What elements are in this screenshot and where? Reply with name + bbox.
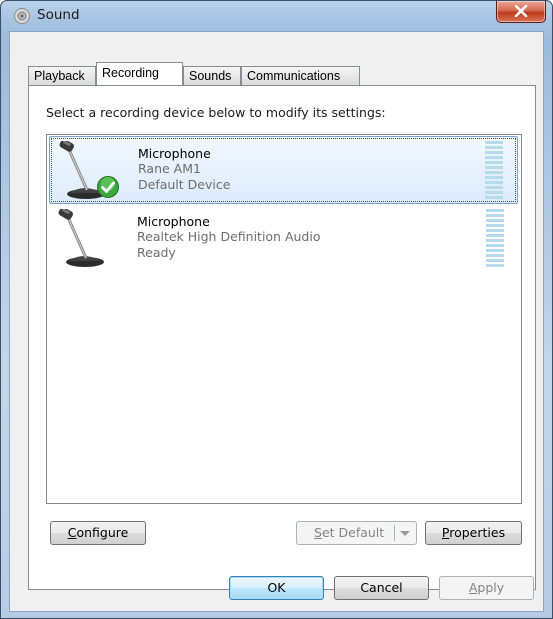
configure-button[interactable]: Configure bbox=[50, 521, 146, 545]
device-name: Microphone bbox=[138, 146, 211, 161]
list-item-device-realtek[interactable]: Microphone Realtek High Definition Audio… bbox=[49, 205, 518, 273]
apply-button[interactable]: Apply bbox=[439, 576, 534, 600]
instruction-text: Select a recording device below to modif… bbox=[46, 105, 386, 120]
window-title: Sound bbox=[37, 7, 80, 23]
title-bar[interactable]: Sound bbox=[1, 1, 552, 31]
recording-device-list[interactable]: Microphone Rane AM1 Default Device Micro… bbox=[46, 134, 522, 504]
device-name: Microphone bbox=[137, 214, 210, 229]
close-icon bbox=[514, 5, 528, 17]
level-meter bbox=[485, 141, 503, 199]
device-status: Ready bbox=[137, 245, 176, 260]
properties-button[interactable]: Properties bbox=[425, 521, 522, 545]
tab-playback[interactable]: Playback bbox=[28, 66, 96, 85]
device-driver: Rane AM1 bbox=[138, 161, 201, 176]
default-check-icon bbox=[97, 176, 119, 198]
tab-sounds[interactable]: Sounds bbox=[183, 66, 241, 85]
set-default-button[interactable]: Set Default bbox=[296, 521, 417, 545]
cancel-button[interactable]: Cancel bbox=[334, 576, 429, 600]
speaker-icon bbox=[14, 8, 30, 24]
close-button[interactable] bbox=[496, 1, 546, 23]
microphone-icon bbox=[58, 209, 104, 267]
tab-recording[interactable]: Recording bbox=[96, 62, 183, 85]
tab-communications[interactable]: Communications bbox=[241, 66, 360, 85]
device-driver: Realtek High Definition Audio bbox=[137, 229, 321, 244]
chevron-down-icon bbox=[400, 531, 410, 536]
sound-dialog-window: Sound Playback Recording Sounds Communic… bbox=[0, 0, 553, 619]
ok-button[interactable]: OK bbox=[229, 576, 324, 600]
level-meter bbox=[486, 209, 504, 267]
list-item-device-rane[interactable]: Microphone Rane AM1 Default Device bbox=[49, 136, 518, 204]
device-status: Default Device bbox=[138, 177, 231, 192]
